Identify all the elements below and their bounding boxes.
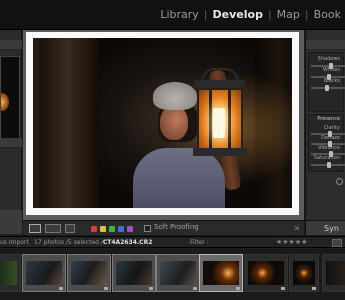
filmstrip-thumb[interactable] (244, 254, 288, 292)
filmstrip-header: us Import 17 photos /5 selected /CT4A263… (0, 236, 345, 248)
photo-frame (26, 32, 299, 215)
copy-button[interactable] (0, 210, 22, 235)
label-color-yellow-icon[interactable] (100, 226, 106, 232)
module-separator: | (203, 8, 208, 21)
module-picker: Library | Develop | Map | Book (160, 8, 341, 21)
filmstrip-thumb[interactable] (112, 254, 156, 292)
presence-section: Presence Clarity Dehaze Vibrance Saturat… (308, 114, 345, 172)
slider-label-clarity: Clarity (323, 125, 340, 131)
module-separator: | (304, 8, 309, 21)
soft-proofing-checkbox[interactable] (144, 225, 151, 232)
label-color-green-icon[interactable] (109, 226, 115, 232)
module-map[interactable]: Map (277, 8, 300, 21)
lightroom-window: Library | Develop | Map | Book Shadows W… (0, 0, 345, 300)
selection-count: 17 photos /5 selected / (34, 239, 103, 246)
slider-label-shadows: Shadows (317, 56, 340, 62)
tree-trunk (41, 38, 99, 208)
filmstrip (0, 249, 345, 300)
navigator-header[interactable] (0, 40, 22, 50)
current-filename: CT4A2634.CR2 (102, 239, 153, 246)
module-separator: | (267, 8, 272, 21)
basic-panel-header[interactable] (306, 40, 345, 50)
filmstrip-thumb[interactable] (156, 254, 200, 292)
rating-filter[interactable]: ★★★★★ (276, 238, 307, 246)
navigator-preview[interactable] (0, 56, 20, 142)
sync-label: Syn (324, 224, 339, 233)
presets-header[interactable] (0, 138, 22, 148)
soft-proofing-label: Soft Proofing (154, 223, 199, 231)
sync-button[interactable]: Syn (306, 220, 345, 235)
import-source-label[interactable]: us Import (0, 239, 29, 246)
gear-icon[interactable] (336, 178, 343, 185)
image-viewer[interactable] (23, 30, 304, 220)
filter-label: Filter : (190, 239, 209, 246)
photo-preview[interactable] (33, 38, 292, 208)
module-library[interactable]: Library (160, 8, 198, 21)
before-after-icon[interactable] (45, 224, 61, 233)
module-book[interactable]: Book (314, 8, 341, 21)
slider-label-blacks: Blacks (323, 78, 340, 84)
saturation-slider[interactable] (311, 162, 345, 168)
module-picker-bar: Library | Develop | Map | Book (0, 0, 345, 30)
develop-toolbar: Soft Proofing ⇲ (23, 220, 304, 235)
person-face (160, 106, 188, 140)
filmstrip-thumb-active[interactable] (199, 254, 243, 292)
label-color-blue-icon[interactable] (118, 226, 124, 232)
filmstrip-thumb[interactable] (22, 254, 66, 292)
slider-label-whites: Whites (322, 67, 340, 73)
left-panel (0, 30, 22, 235)
filmstrip-thumb[interactable] (289, 254, 319, 292)
filmstrip-thumb[interactable] (0, 254, 21, 292)
loupe-view-icon[interactable] (29, 224, 41, 233)
photo-count-label: 17 photos /5 selected /CT4A2634.CR2 (34, 239, 152, 246)
tone-section: Shadows Whites Blacks (308, 52, 345, 112)
right-panel: Shadows Whites Blacks Presence Clarity D… (305, 30, 345, 235)
filmstrip-thumb[interactable] (322, 254, 345, 292)
lantern (191, 68, 249, 160)
filmstrip-thumb[interactable] (67, 254, 111, 292)
toolbar-menu-icon[interactable]: ⇲ (293, 224, 299, 232)
label-color-purple-icon[interactable] (127, 226, 133, 232)
compare-dropdown-icon[interactable] (65, 224, 75, 233)
section-label-presence: Presence (317, 116, 340, 122)
blacks-slider[interactable] (311, 85, 345, 91)
module-develop[interactable]: Develop (213, 8, 263, 21)
slider-label-saturation: Saturation (313, 155, 340, 161)
label-color-red-icon[interactable] (91, 226, 97, 232)
filter-toggle-icon[interactable] (332, 239, 342, 247)
